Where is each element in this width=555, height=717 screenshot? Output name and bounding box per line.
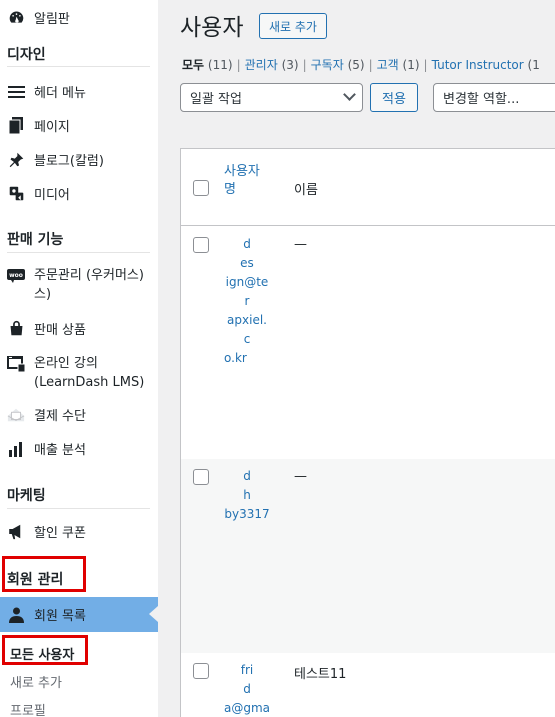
username-line: d: [243, 682, 251, 696]
change-role-select[interactable]: 변경할 역할...: [433, 83, 555, 112]
username-line: by3317: [224, 507, 270, 521]
username-line: a@gmai: [224, 701, 271, 715]
section-design: 디자인: [7, 47, 46, 63]
svg-text:woo: woo: [9, 272, 23, 279]
section-sales: 판매 기능: [7, 232, 64, 248]
filter-admin[interactable]: 관리자: [245, 58, 278, 72]
row-checkbox[interactable]: [193, 237, 209, 253]
user-icon: [7, 606, 25, 624]
filter-subscriber[interactable]: 구독자: [311, 58, 344, 72]
sidebar-item-products[interactable]: 판매 상품: [0, 319, 86, 338]
bulk-action-value: 일괄 작업: [190, 92, 242, 107]
pin-icon: [7, 151, 25, 169]
sidebar-item-label: 페이지: [34, 120, 70, 135]
username-line: d: [243, 469, 251, 483]
select-all-checkbox[interactable]: [193, 180, 209, 196]
sidebar-item-label: 결제 수단: [34, 409, 86, 424]
chevron-down-icon: [343, 88, 356, 101]
username-line: es: [240, 256, 254, 270]
section-marketing: 마케팅: [7, 488, 46, 504]
sidebar-item-label-line2: (LearnDash LMS): [34, 375, 145, 390]
table-row: d h by3317 —: [181, 459, 555, 653]
filter-count: (1: [527, 58, 540, 72]
sidebar-item-label: 회원 목록: [34, 609, 86, 624]
sidebar-item-label: 매출 분석: [34, 443, 86, 458]
table-header: 사용자명 이름: [181, 149, 555, 226]
table-row: d es ign@ter apxiel.c o.kr —: [181, 227, 555, 459]
pages-icon: [7, 117, 25, 135]
woo-icon: woo: [7, 267, 25, 285]
section-members: 회원 관리: [7, 572, 64, 588]
dashboard-icon: [7, 9, 25, 27]
filter-count: (1): [402, 58, 420, 72]
page-title: 사용자: [180, 15, 244, 41]
divider: [7, 66, 150, 67]
sidebar-item-header-menu[interactable]: 헤더 메뉴: [0, 82, 86, 101]
sidebar-item-media[interactable]: 미디어: [0, 184, 70, 203]
megaphone-icon: [7, 523, 25, 541]
column-name: 이름: [294, 183, 318, 198]
sidebar-item-orders[interactable]: woo 주문관리 (우커머스) 스): [0, 266, 144, 304]
username-line: ign@ter: [225, 275, 269, 308]
sidebar-item-label: 헤더 메뉴: [34, 86, 86, 101]
row-checkbox[interactable]: [193, 663, 209, 679]
filter-all[interactable]: 모두: [182, 58, 204, 72]
username-line: fri: [240, 663, 254, 677]
filter-count: (11): [207, 58, 233, 72]
bar-chart-icon: [7, 440, 25, 458]
sidebar-item-label-line2: 스): [34, 287, 52, 302]
sidebar-item-analytics[interactable]: 매출 분석: [0, 439, 86, 458]
name-cell: 테스트11: [294, 667, 347, 682]
username-line: apxiel.c: [227, 313, 267, 346]
name-cell: —: [294, 237, 307, 252]
sidebar-item-label: 판매 상품: [34, 323, 86, 338]
submenu-profile[interactable]: 프로필: [10, 700, 46, 717]
username-link[interactable]: d h by3317: [224, 467, 270, 524]
menu-lines-icon: [7, 83, 25, 101]
username-line: h: [243, 488, 251, 502]
sidebar-item-blog[interactable]: 블로그(칼럼): [0, 150, 104, 169]
bulk-action-select[interactable]: 일괄 작업: [180, 83, 363, 112]
sidebar-item-label: 할인 쿠폰: [34, 526, 86, 541]
filter-count: (5): [347, 58, 365, 72]
apply-button[interactable]: 적용: [370, 83, 418, 112]
divider: [7, 508, 150, 509]
add-new-user-button[interactable]: 새로 추가: [259, 13, 327, 39]
users-table: 사용자명 이름 d es ign@ter apxiel.c o.kr — d h…: [180, 148, 555, 717]
sidebar-item-label: 온라인 강의: [34, 356, 98, 371]
change-role-value: 변경할 역할...: [443, 92, 520, 107]
filter-count: (3): [281, 58, 299, 72]
course-icon: [7, 355, 25, 373]
sidebar-item-label: 블로그(칼럼): [34, 154, 104, 169]
column-username[interactable]: 사용자명: [224, 163, 266, 199]
admin-sidebar: 알림판 디자인 헤더 메뉴 페이지 블로그(칼럼) 미디어 판매 기능 woo …: [0, 0, 158, 717]
sidebar-item-label: 주문관리 (우커머스): [34, 268, 144, 283]
name-cell: —: [294, 469, 307, 484]
username-line: d: [243, 237, 251, 251]
filter-tutor-instructor[interactable]: Tutor Instructor: [432, 58, 524, 72]
username-line: o.kr: [224, 351, 247, 365]
sidebar-item-member-list[interactable]: 회원 목록: [0, 597, 158, 632]
table-row: fri d a@gmai 테스트11: [181, 653, 555, 717]
sidebar-item-pages[interactable]: 페이지: [0, 116, 70, 135]
main-content: 사용자 새로 추가 모두 (11) | 관리자 (3) | 구독자 (5) | 고객 (1)…: [158, 0, 555, 717]
username-link[interactable]: fri d a@gmai: [224, 661, 270, 717]
user-role-filters: 모두 (11) | 관리자 (3) | 구독자 (5) | 고객 (1) | Tutor Ins…: [182, 58, 540, 72]
sidebar-item-payment[interactable]: 결제 수단: [0, 405, 86, 424]
filter-customer[interactable]: 고객: [377, 58, 399, 72]
media-icon: [7, 185, 25, 203]
submenu-add-new[interactable]: 새로 추가: [10, 672, 62, 691]
sidebar-item-coupons[interactable]: 할인 쿠폰: [0, 522, 86, 541]
payment-icon: [7, 406, 25, 424]
sidebar-item-label: 미디어: [34, 188, 70, 203]
row-checkbox[interactable]: [193, 469, 209, 485]
username-link[interactable]: d es ign@ter apxiel.c o.kr: [224, 235, 270, 368]
divider: [7, 252, 150, 253]
submenu-all-users[interactable]: 모든 사용자: [10, 644, 74, 663]
sidebar-item-dashboard[interactable]: 알림판: [0, 8, 70, 27]
bag-icon: [7, 320, 25, 338]
sidebar-item-courses[interactable]: 온라인 강의 (LearnDash LMS): [0, 354, 144, 392]
sidebar-item-label: 알림판: [34, 12, 70, 27]
